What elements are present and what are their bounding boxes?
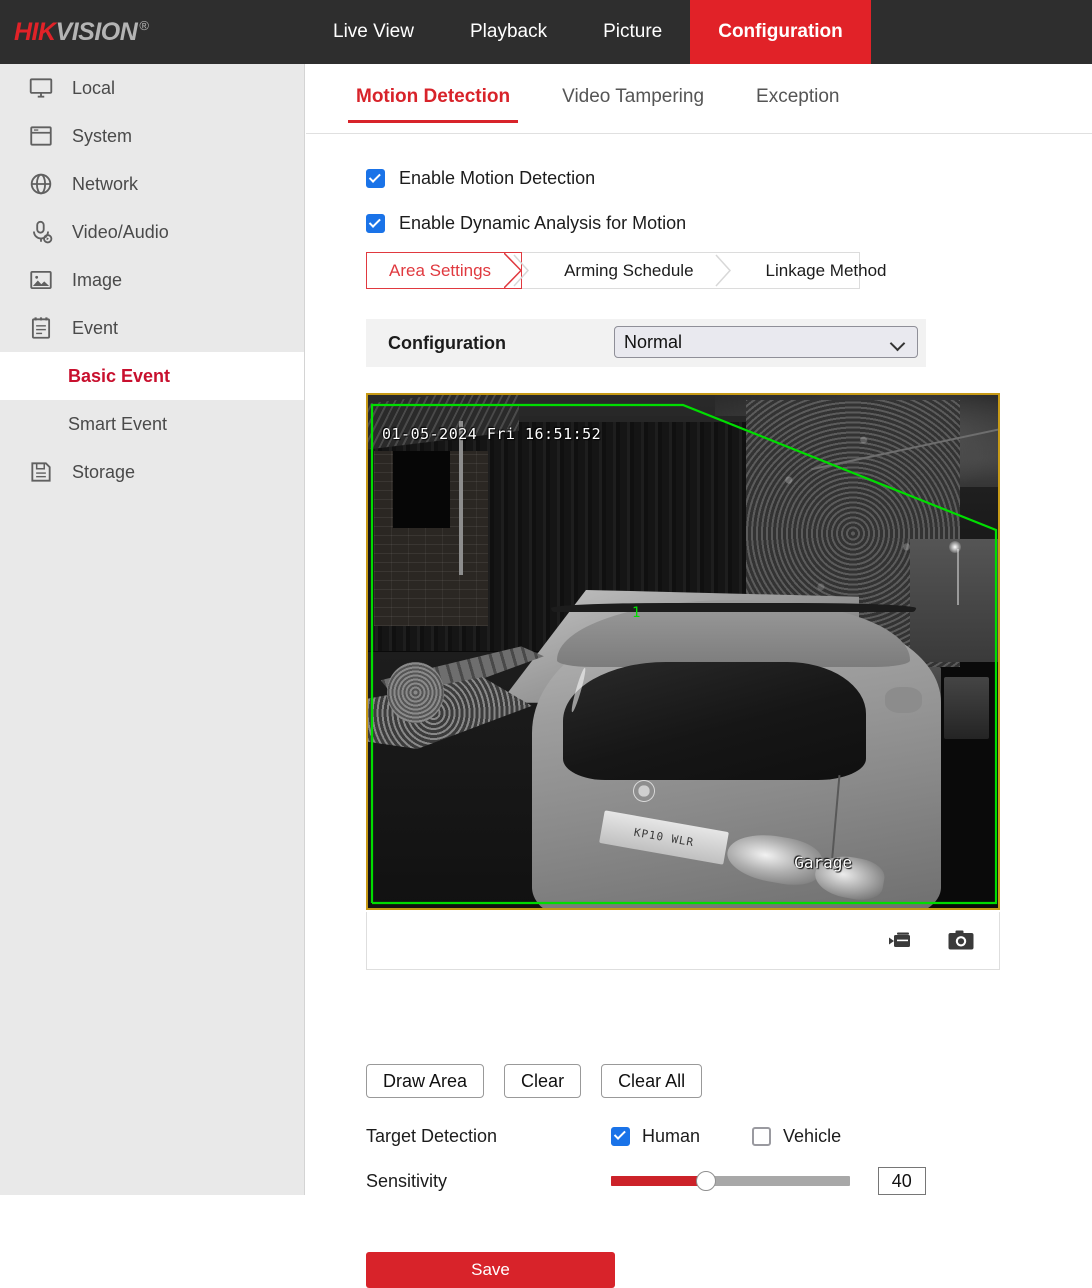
subtab-arming-schedule[interactable]: Arming Schedule [542,253,723,288]
brand-logo[interactable]: HIKVISION® [0,0,305,64]
target-detection-label: Target Detection [366,1126,611,1147]
subtab-area-settings[interactable]: Area Settings [366,252,522,289]
enable-dynamic-analysis-checkbox[interactable] [366,214,385,233]
clipboard-icon [26,313,56,343]
vehicle-label: Vehicle [783,1126,841,1147]
nav-item-configuration[interactable]: Configuration [690,0,871,64]
target-human-option[interactable]: Human [611,1126,700,1147]
sidebar-item-label: Storage [72,462,135,483]
subtab-separator-1 [522,253,542,288]
sidebar-item-label: Network [72,174,138,195]
main-content: Motion Detection Video Tampering Excepti… [306,64,1092,1195]
sidebar-item-image[interactable]: Image [0,256,304,304]
nav-item-playback[interactable]: Playback [442,0,575,64]
detection-area-polygon[interactable] [368,395,998,908]
sidebar: Local System Network [0,64,305,1195]
sidebar-item-local[interactable]: Local [0,64,304,112]
area-subtabs: Area Settings Arming Schedule Linkage Me… [366,252,860,289]
sensitivity-row: Sensitivity 40 [366,1166,926,1196]
chevron-down-icon [890,336,906,352]
clear-all-button[interactable]: Clear All [601,1064,702,1098]
configuration-row: Configuration Normal [366,319,926,367]
sensitivity-slider[interactable] [611,1176,850,1186]
enable-dynamic-analysis-row[interactable]: Enable Dynamic Analysis for Motion [366,213,686,234]
sidebar-item-label: Local [72,78,115,99]
draw-area-button[interactable]: Draw Area [366,1064,484,1098]
sidebar-item-event[interactable]: Event [0,304,304,352]
sidebar-item-label: Image [72,270,122,291]
clear-button[interactable]: Clear [504,1064,581,1098]
human-label: Human [642,1126,700,1147]
enable-motion-detection-label: Enable Motion Detection [399,168,595,189]
save-button[interactable]: Save [366,1252,615,1288]
subtab-label: Area Settings [389,261,491,281]
registered-mark-icon: ® [139,18,148,33]
detection-area-number: 1 [632,605,640,621]
sidebar-item-video-audio[interactable]: Video/Audio [0,208,304,256]
sidebar-item-basic-event[interactable]: Basic Event [0,352,304,400]
enable-dynamic-analysis-label: Enable Dynamic Analysis for Motion [399,213,686,234]
logo-hik: HIK [14,18,56,46]
detection-area-overlay[interactable]: 1 [368,395,998,908]
top-header: HIKVISION® Live View Playback Picture Co… [0,0,1092,64]
globe-icon [26,169,56,199]
area-action-buttons: Draw Area Clear Clear All [366,1064,722,1098]
sensitivity-value-input[interactable]: 40 [878,1167,926,1195]
subtab-label: Arming Schedule [564,261,693,281]
video-toolbar [366,912,1000,970]
configuration-label: Configuration [388,333,506,354]
monitor-icon [26,73,56,103]
human-checkbox[interactable] [611,1127,630,1146]
sidebar-subitem-label: Smart Event [68,414,167,435]
subtab-label: Linkage Method [766,261,887,281]
nav-item-live-view[interactable]: Live View [305,0,442,64]
sidebar-item-smart-event[interactable]: Smart Event [0,400,304,448]
enable-motion-detection-row[interactable]: Enable Motion Detection [366,168,595,189]
tab-exception[interactable]: Exception [730,86,865,122]
vehicle-checkbox[interactable] [752,1127,771,1146]
floppy-disk-icon [26,457,56,487]
hikvision-logo-text: HIKVISION® [14,18,148,47]
configuration-select[interactable]: Normal [614,326,918,358]
record-video-icon[interactable] [879,924,923,958]
sensitivity-slider-thumb[interactable] [696,1171,716,1191]
sidebar-item-label: Video/Audio [72,222,169,243]
logo-vision: VISION [56,18,138,46]
nav-item-picture[interactable]: Picture [575,0,690,64]
sidebar-item-network[interactable]: Network [0,160,304,208]
capture-snapshot-icon[interactable] [939,924,983,958]
window-icon [26,121,56,151]
sidebar-subitem-label: Basic Event [68,366,170,387]
enable-motion-detection-checkbox[interactable] [366,169,385,188]
subtab-separator-2 [724,253,744,288]
sidebar-item-storage[interactable]: Storage [0,448,304,496]
picture-icon [26,265,56,295]
tab-motion-detection[interactable]: Motion Detection [330,86,536,122]
target-detection-row: Target Detection Human Vehicle [366,1122,926,1150]
main-nav: Live View Playback Picture Configuration [305,0,871,64]
content-tabs: Motion Detection Video Tampering Excepti… [306,86,1092,134]
configuration-selected-value: Normal [624,332,682,353]
tab-video-tampering[interactable]: Video Tampering [536,86,730,122]
sensitivity-slider-fill [611,1176,706,1186]
sidebar-item-label: Event [72,318,118,339]
microphone-icon [26,217,56,247]
sensitivity-label: Sensitivity [366,1171,611,1192]
sidebar-item-label: System [72,126,132,147]
subtab-linkage-method[interactable]: Linkage Method [744,253,917,288]
target-vehicle-option[interactable]: Vehicle [752,1126,841,1147]
sidebar-item-system[interactable]: System [0,112,304,160]
video-preview[interactable]: KP10 WLR 01-05-2024 Fri 16:51:52 Garage … [366,393,1000,910]
